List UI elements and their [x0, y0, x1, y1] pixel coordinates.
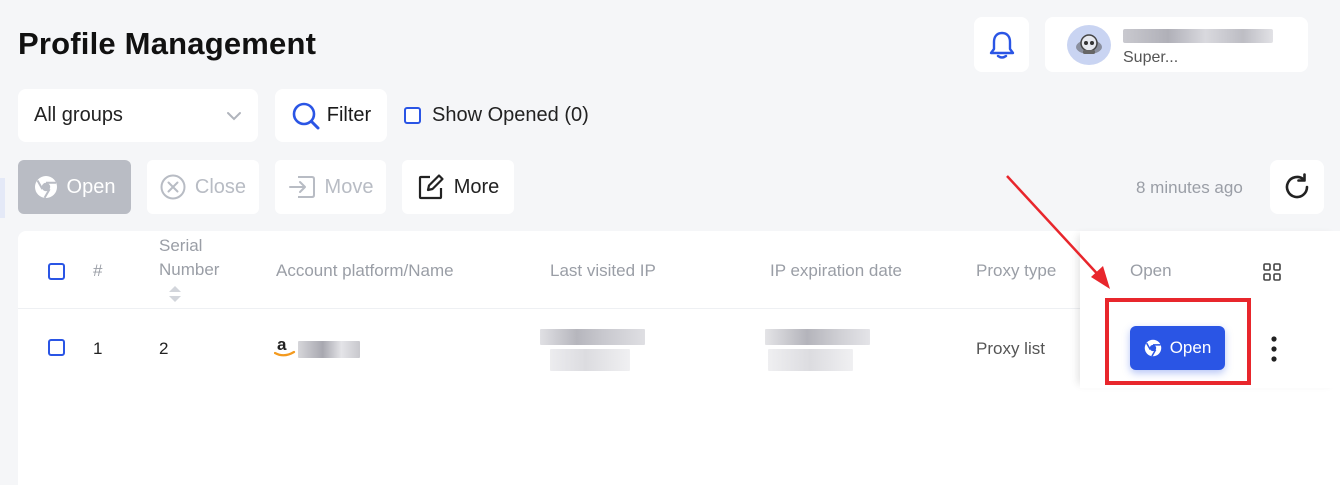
- bell-icon: [989, 31, 1014, 59]
- notifications-button[interactable]: [974, 17, 1029, 72]
- left-edge-accent: [0, 178, 5, 218]
- row-index: 1: [93, 339, 103, 358]
- user-name: [1123, 29, 1273, 43]
- user-role: Super...: [1123, 49, 1179, 66]
- edit-icon: [418, 174, 444, 200]
- checkbox-box[interactable]: [404, 107, 421, 124]
- refresh-icon: [1285, 173, 1309, 199]
- column-header-open: Open: [1130, 261, 1172, 280]
- row-checkbox[interactable]: [48, 339, 65, 356]
- user-profile-card[interactable]: Super...: [1045, 17, 1308, 72]
- avatar: [1067, 25, 1111, 65]
- filter-label: Filter: [326, 104, 372, 126]
- open-button[interactable]: Open: [18, 160, 131, 214]
- group-select[interactable]: All groups: [18, 89, 258, 142]
- search-icon: [292, 102, 320, 129]
- highlight-box: [1105, 298, 1251, 385]
- select-all-checkbox[interactable]: [48, 263, 65, 280]
- filter-button[interactable]: Filter: [275, 89, 387, 142]
- robot-avatar-icon: [1076, 34, 1102, 54]
- row-proxy-type: Proxy list: [976, 339, 1045, 358]
- more-button[interactable]: More: [402, 160, 514, 214]
- more-label: More: [453, 175, 500, 198]
- close-circle-icon: [160, 174, 186, 200]
- row-ip-expiration-blur: [768, 349, 853, 371]
- row-last-ip: [540, 329, 645, 345]
- chrome-icon: [34, 176, 57, 199]
- row-account-name: [298, 341, 360, 358]
- more-vertical-icon[interactable]: [1270, 335, 1278, 363]
- show-opened-checkbox[interactable]: Show Opened (0): [404, 104, 589, 127]
- show-opened-label: Show Opened (0): [432, 104, 589, 126]
- refresh-button[interactable]: [1270, 160, 1324, 214]
- open-label: Open: [66, 175, 116, 198]
- row-last-ip-blur: [550, 349, 630, 371]
- close-label: Close: [194, 175, 247, 198]
- close-button[interactable]: Close: [147, 160, 259, 214]
- move-label: Move: [324, 175, 374, 198]
- grid-icon[interactable]: [1263, 263, 1281, 281]
- column-header-index: #: [93, 261, 103, 280]
- column-header-serial-line1: Serial: [159, 236, 203, 255]
- column-header-serial-line2: Number: [159, 260, 220, 279]
- row-serial: 2: [159, 339, 169, 358]
- column-header-last-ip: Last visited IP: [550, 261, 656, 280]
- column-header-proxy-type: Proxy type: [976, 261, 1057, 280]
- move-icon: [288, 176, 315, 198]
- chevron-down-icon: [227, 111, 241, 120]
- column-header-platform: Account platform/Name: [276, 261, 454, 280]
- group-select-value: All groups: [34, 104, 123, 126]
- page-title: Profile Management: [18, 26, 317, 61]
- row-ip-expiration: [765, 329, 870, 345]
- column-header-ip-expiration: IP expiration date: [770, 261, 902, 280]
- move-button[interactable]: Move: [275, 160, 386, 214]
- sort-icon[interactable]: [168, 285, 182, 303]
- amazon-icon: a: [274, 335, 296, 357]
- last-updated-text: 8 minutes ago: [1136, 178, 1243, 197]
- svg-text:a: a: [277, 335, 287, 354]
